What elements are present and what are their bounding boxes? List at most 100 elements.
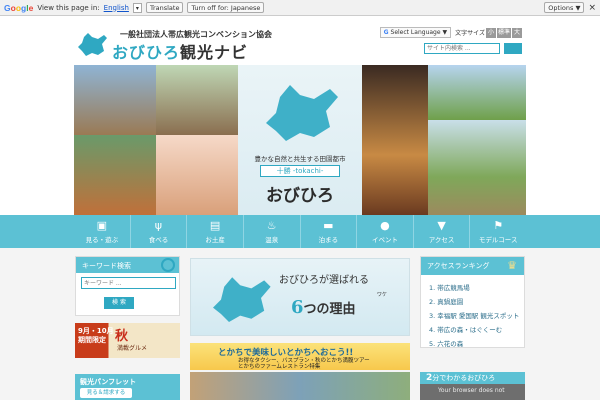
site-logo[interactable]: おびひろ観光ナビ	[112, 39, 248, 63]
select-language[interactable]: G Select Language ▼	[379, 27, 452, 38]
fork-knife-icon: ψ	[154, 219, 163, 232]
bed-icon: ▬	[323, 219, 334, 232]
logo-kanji: 観光ナビ	[180, 43, 249, 62]
hokkaido-map-icon	[213, 277, 271, 322]
access-ranking-box: アクセスランキング ♛ 1. 帯広競馬場 2. 真鍋庭園 3. 幸福駅 愛国駅 …	[420, 256, 525, 348]
ranking-item[interactable]: 2. 真鍋庭園	[429, 295, 516, 309]
hokkaido-logo-icon[interactable]	[74, 29, 110, 59]
nav-label: イベント	[371, 236, 398, 244]
translate-prompt: View this page in:	[37, 3, 100, 12]
browser-notice: Your browser does not	[420, 384, 525, 400]
tokachi-label: 十勝 -tokachi-	[260, 165, 340, 177]
ranking-header: アクセスランキング ♛	[421, 257, 524, 275]
pamphlet-button[interactable]: 見る＆請求する	[80, 388, 132, 398]
header-tools: G Select Language ▼ 文字サイズ 小 標準 大	[379, 27, 522, 38]
photo-cows-pasture	[428, 65, 526, 120]
nav-item-access[interactable]: ▼ アクセス	[414, 215, 471, 248]
nav-label: お土産	[205, 236, 225, 244]
select-language-label: Select Language	[390, 29, 441, 36]
banner-months: 9月・10月 期間限定	[78, 327, 114, 344]
ranking-list: 1. 帯広競馬場 2. 真鍋庭園 3. 幸福駅 愛国駅 観光スポット 4. 帯広…	[421, 275, 524, 357]
close-icon[interactable]: ×	[588, 3, 596, 13]
keyword-search-title: キーワード検索	[82, 262, 131, 270]
tokachi-banner-sub: お得なタクシー、バスプラン・秋のとかち満腹ツアー とかちのファームレストラン特集	[238, 358, 370, 370]
reasons-ruby: ワケ	[377, 292, 388, 298]
magnifier-icon	[161, 258, 175, 272]
reasons-line2: 6つの理由	[291, 297, 356, 318]
nav-item-see-play[interactable]: ▣ 見る・遊ぶ	[74, 215, 131, 248]
pamphlet-banner[interactable]: 観光パンフレット 見る＆請求する	[75, 374, 180, 400]
six-reasons-banner[interactable]: おびひろが選ばれる ワケ 6つの理由	[190, 258, 410, 336]
ranking-item[interactable]: 5. 六花の森	[429, 337, 516, 351]
nav-item-model-course[interactable]: ⚑ モデルコース	[470, 215, 526, 248]
nav-label: 見る・遊ぶ	[85, 236, 119, 244]
photo-hill-path	[428, 120, 526, 215]
header-search	[424, 43, 522, 54]
translate-bar: Google View this page in: English ▾ Tran…	[0, 0, 600, 16]
language-link[interactable]: English	[104, 4, 129, 12]
tokachi-banner-title: とかちで美味しいとかちへおこう!!	[218, 348, 354, 358]
photo-deer-statue	[156, 65, 238, 135]
nav-item-stay[interactable]: ▬ 泊まる	[301, 215, 358, 248]
hero-collage: 豊かな自然と共生する田園都市 十勝 -tokachi- おびひろ	[74, 65, 526, 215]
crown-icon: ♛	[507, 259, 517, 272]
turn-off-button[interactable]: Turn off for: Japanese	[187, 2, 265, 13]
translate-button[interactable]: Translate	[145, 2, 184, 13]
options-button[interactable]: Options ▼	[544, 2, 585, 13]
hokkaido-map-icon	[266, 85, 338, 141]
nav-item-events[interactable]: ● イベント	[357, 215, 414, 248]
photo-yatai-night	[362, 65, 428, 215]
gift-bag-icon: ▤	[209, 219, 221, 232]
language-select[interactable]: ▾	[132, 2, 142, 13]
site-search-button[interactable]	[504, 43, 522, 54]
photo-train	[74, 135, 156, 215]
banner-aki: 秋	[115, 329, 129, 344]
onsen-icon: ♨	[266, 219, 277, 232]
nav-item-eat[interactable]: ψ 食べる	[131, 215, 188, 248]
site-search-input[interactable]	[424, 43, 500, 54]
pin-icon: ▼	[437, 219, 446, 232]
photo-sweets	[156, 135, 238, 215]
two-minutes-ribbon[interactable]: 2分でわかるおびひろ	[420, 372, 525, 384]
banner-sub: 満載グルメ	[117, 345, 148, 352]
chevron-down-icon: ▼	[442, 29, 448, 36]
ranking-item[interactable]: 3. 幸福駅 愛国駅 観光スポット	[429, 309, 519, 323]
google-logo: Google	[4, 2, 34, 13]
nav-label: 温泉	[265, 236, 279, 244]
ranking-title: アクセスランキング	[427, 262, 490, 270]
keyword-search-header: キーワード検索	[76, 257, 179, 273]
two-minutes-text: 2分でわかるおびひろ	[426, 373, 496, 383]
site-header: 一般社団法人帯広観光コンベンション協会 おびひろ観光ナビ G Select La…	[0, 17, 600, 65]
balloon-icon: ●	[380, 219, 390, 232]
camera-icon: ▣	[96, 219, 108, 232]
main-nav: ▣ 見る・遊ぶ ψ 食べる ▤ お土産 ♨ 温泉 ▬ 泊まる ● イベント ▼ …	[74, 215, 526, 248]
logo-kana: おびひろ	[112, 43, 181, 62]
ranking-item[interactable]: 4. 帯広の森・はぐくーむ	[429, 323, 516, 337]
keyword-search-box: キーワード検索 検 索	[75, 256, 180, 316]
nav-label: 食べる	[148, 236, 169, 244]
keyword-search-button[interactable]: 検 索	[104, 297, 134, 309]
flag-icon: ⚑	[493, 219, 504, 232]
font-size-label: 文字サイズ	[455, 30, 485, 37]
nav-item-onsen[interactable]: ♨ 温泉	[244, 215, 301, 248]
reasons-line1: おびひろが選ばれる	[279, 275, 369, 286]
nav-label: モデルコース	[478, 236, 518, 244]
keyword-search-input[interactable]	[81, 277, 176, 289]
nav-label: 泊まる	[318, 236, 339, 244]
hero-tagline: 豊かな自然と共生する田園都市	[254, 155, 346, 163]
google-g-icon: G	[383, 29, 389, 36]
hero-title: おびひろ	[266, 186, 334, 206]
font-size-normal[interactable]: 標準	[497, 27, 511, 38]
photo-horse-sled	[74, 65, 156, 135]
hero-center: 豊かな自然と共生する田園都市 十勝 -tokachi- おびひろ	[238, 65, 362, 215]
nav-label: アクセス	[428, 236, 455, 244]
font-size-switcher: 文字サイズ 小 標準 大	[455, 27, 522, 38]
font-size-large[interactable]: 大	[512, 27, 522, 38]
tokachi-food-banner[interactable]: とかちで美味しいとかちへおこう!! お得なタクシー、バスプラン・秋のとかち満腹ツ…	[190, 343, 410, 370]
nav-item-souvenir[interactable]: ▤ お土産	[187, 215, 244, 248]
font-size-small[interactable]: 小	[486, 27, 496, 38]
ranking-item[interactable]: 1. 帯広競馬場	[429, 281, 516, 295]
pamphlet-title: 観光パンフレット	[80, 378, 137, 386]
autumn-gourmet-banner[interactable]: 9月・10月 期間限定 秋 満載グルメ	[75, 323, 180, 358]
photo-strip	[190, 372, 410, 400]
